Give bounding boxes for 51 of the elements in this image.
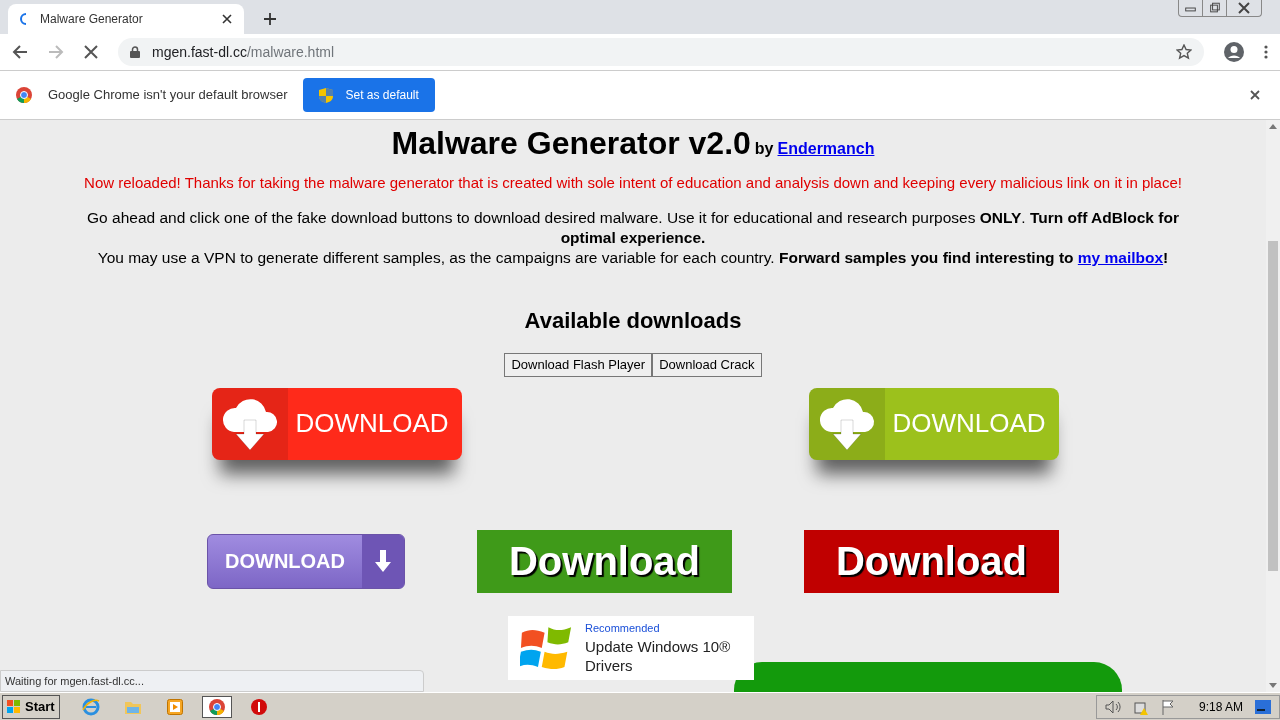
- menu-icon[interactable]: [1264, 45, 1268, 59]
- infobar-message: Google Chrome isn't your default browser: [48, 86, 288, 105]
- close-icon[interactable]: [1250, 90, 1260, 100]
- intro-text: Go ahead and click one of the fake download buttons to download desired malware. Use it for educational and research purposes ONLY. Turn off AdBlock for optimal experience.: [86, 208, 1180, 248]
- section-heading: Available downloads: [524, 307, 742, 335]
- by-text: by: [754, 139, 774, 159]
- ad-tag: Recommended: [584, 620, 742, 637]
- scrollbar-thumb[interactable]: [1268, 241, 1278, 571]
- shield-icon: [319, 87, 334, 103]
- windows-logo-icon: [7, 699, 21, 714]
- lock-icon: [130, 46, 140, 58]
- address-bar[interactable]: mgen.fast-dl.cc/malware.html: [118, 38, 1204, 66]
- flag-icon[interactable]: [1160, 698, 1175, 715]
- set-default-button[interactable]: Set as default: [303, 78, 435, 112]
- profile-icon[interactable]: [1224, 42, 1244, 62]
- scroll-up-icon[interactable]: [1269, 124, 1277, 129]
- stop-icon: [250, 698, 267, 715]
- vpn-text: You may use a VPN to generate different samples, as the campaigns are variable for each country. Forward samples you find interesting to my mailbox!: [97, 248, 1169, 268]
- scroll-down-icon[interactable]: [1269, 683, 1277, 688]
- volume-icon[interactable]: [1104, 699, 1121, 714]
- chrome-icon: [208, 698, 225, 715]
- browser-e-icon: [81, 697, 100, 716]
- new-tab-icon[interactable]: [264, 13, 276, 25]
- download-button[interactable]: DOWNLOAD: [207, 533, 405, 589]
- ad-text: Update Windows 10® Drivers: [584, 636, 732, 675]
- desktop-icon[interactable]: [1255, 699, 1271, 714]
- download-button[interactable]: DOWNLOAD: [211, 387, 462, 460]
- download-link-button[interactable]: Download Crack: [652, 353, 762, 377]
- author-link[interactable]: Endermanch: [777, 137, 875, 161]
- mailbox-link[interactable]: my mailbox: [1077, 249, 1164, 266]
- browser-tab[interactable]: Malware Generator: [8, 4, 244, 34]
- star-icon[interactable]: [1176, 44, 1192, 60]
- status-bubble: Waiting for mgen.fast-dl.cc...: [0, 669, 424, 692]
- loading-icon: [20, 13, 28, 25]
- play-icon: [166, 698, 183, 715]
- chrome-icon: [16, 87, 32, 103]
- clock: 9:18 AM: [1198, 698, 1243, 716]
- taskbar-app[interactable]: [201, 695, 232, 718]
- stop-icon[interactable]: [84, 45, 98, 59]
- tab-title: Malware Generator: [40, 11, 144, 28]
- url-text: mgen.fast-dl.cc/malware.html: [152, 42, 336, 62]
- notice-text: Now reloaded! Thanks for taking the malware generator that is created with sole intent of education and analysis down and keeping every malicious link on it in place!: [84, 173, 1182, 193]
- download-button[interactable]: Download: [477, 529, 732, 593]
- page-title: Malware Generator v2.0: [391, 124, 751, 163]
- download-button[interactable]: Download: [804, 529, 1059, 593]
- down-arrow-icon: [375, 550, 391, 572]
- download-link-button[interactable]: Download Flash Player: [504, 353, 653, 377]
- back-icon[interactable]: [12, 44, 28, 60]
- close-icon[interactable]: [222, 14, 232, 24]
- start-button[interactable]: Start: [2, 694, 60, 719]
- ad-banner[interactable]: Recommended Update Windows 10® Drivers: [508, 615, 754, 680]
